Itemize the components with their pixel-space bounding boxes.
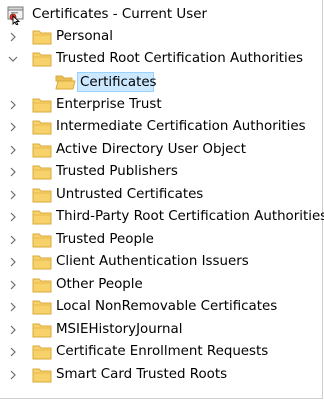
folder-open-icon	[55, 74, 76, 90]
chevron-down-icon[interactable]	[6, 48, 20, 70]
tree-item-label: Trusted Publishers	[56, 164, 178, 179]
folder-icon	[32, 367, 53, 383]
folder-icon	[32, 277, 53, 293]
chevron-right-icon[interactable]	[6, 251, 20, 273]
folder-icon	[32, 322, 53, 338]
tree-item-label: Certificates	[77, 72, 157, 92]
chevron-right-icon[interactable]	[6, 319, 20, 341]
folder-icon	[32, 97, 53, 113]
chevron-right-icon[interactable]	[6, 206, 20, 228]
chevron-right-icon[interactable]	[6, 364, 20, 386]
tree-item-label: Client Authentication Issuers	[56, 254, 249, 269]
chevron-right-icon[interactable]	[6, 26, 20, 48]
tree-item-label: Certificate Enrollment Requests	[56, 344, 269, 359]
certificate-console-icon	[5, 5, 27, 26]
tree-item-label: Other People	[56, 277, 143, 292]
folder-icon	[32, 187, 53, 203]
folder-icon	[32, 119, 53, 135]
tree-item-label: MSIEHistoryJournal	[56, 322, 183, 337]
chevron-right-icon[interactable]	[6, 341, 20, 363]
folder-icon	[32, 209, 53, 225]
tree-item-label: Intermediate Certification Authorities	[56, 119, 306, 134]
folder-icon	[32, 344, 53, 360]
folder-icon	[32, 29, 53, 45]
chevron-right-icon[interactable]	[6, 161, 20, 183]
folder-icon	[32, 142, 53, 158]
chevron-right-icon[interactable]	[6, 139, 20, 161]
tree-item-label: Trusted Root Certification Authorities	[56, 51, 303, 66]
tree-item-label: Third-Party Root Certification Authoriti…	[56, 209, 324, 224]
chevron-right-icon[interactable]	[6, 274, 20, 296]
folder-icon	[32, 51, 53, 67]
tree-item-label: Enterprise Trust	[56, 97, 162, 112]
tree-item-label: Trusted People	[56, 232, 154, 247]
tree-item-label: Personal	[56, 29, 113, 44]
chevron-right-icon[interactable]	[6, 116, 20, 138]
tree-item-label: Untrusted Certificates	[56, 187, 204, 202]
folder-icon	[32, 254, 53, 270]
chevron-right-icon[interactable]	[6, 296, 20, 318]
chevron-right-icon[interactable]	[6, 94, 20, 116]
tree-item-label: Local NonRemovable Certificates	[56, 299, 278, 314]
chevron-right-icon[interactable]	[6, 229, 20, 251]
folder-icon	[32, 299, 53, 315]
folder-icon	[32, 164, 53, 180]
tree-view: Certificates - Current User Personal Tru…	[0, 0, 324, 399]
tree-item-label: Smart Card Trusted Roots	[56, 367, 228, 382]
tree-item-label: Active Directory User Object	[56, 142, 247, 157]
folder-icon	[32, 232, 53, 248]
tree-root-label: Certificates - Current User	[32, 7, 207, 22]
chevron-right-icon[interactable]	[6, 184, 20, 206]
